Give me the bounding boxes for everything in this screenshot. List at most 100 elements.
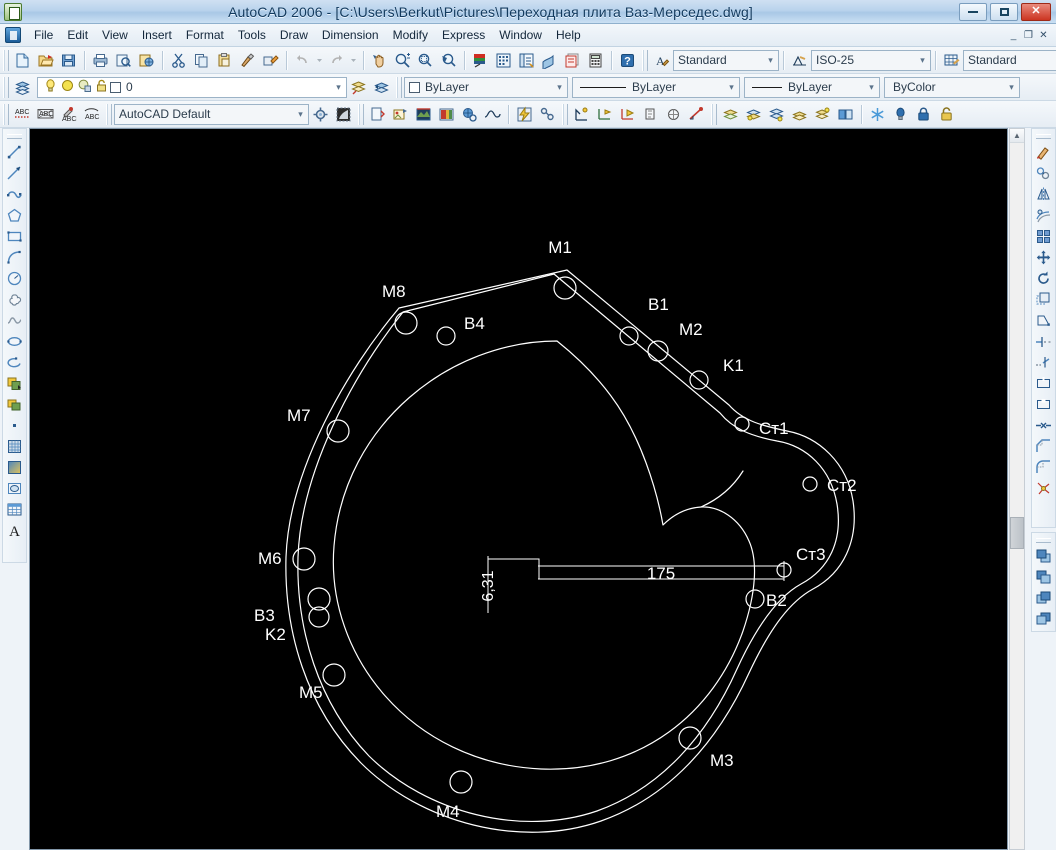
help-icon[interactable]: ? (616, 49, 639, 72)
flash-icon[interactable] (513, 103, 536, 126)
ellipse-icon[interactable] (4, 331, 25, 352)
stretch-icon[interactable] (1033, 310, 1054, 331)
toolbar-grip[interactable] (1036, 538, 1051, 543)
erase-icon[interactable] (1033, 142, 1054, 163)
publish-icon[interactable] (135, 49, 158, 72)
menu-edit[interactable]: Edit (60, 25, 95, 45)
toolbar-grip[interactable] (396, 76, 402, 98)
hatch-icon[interactable] (4, 436, 25, 457)
table-icon[interactable] (4, 499, 25, 520)
quick-select-icon[interactable]: ABCD (57, 103, 80, 126)
explode-icon[interactable] (1033, 478, 1054, 499)
light-render-icon[interactable] (458, 103, 481, 126)
rotate-icon[interactable] (1033, 268, 1054, 289)
layer-iso-icon[interactable] (788, 103, 811, 126)
make-object-layer-current-icon[interactable] (347, 76, 370, 99)
paste-icon[interactable] (213, 49, 236, 72)
chevron-down-icon[interactable]: ▾ (763, 51, 778, 70)
trim-icon[interactable] (1033, 331, 1054, 352)
layer-freeze-viewport-icon[interactable] (77, 78, 92, 96)
break-icon[interactable] (1033, 394, 1054, 415)
point-icon[interactable] (4, 415, 25, 436)
toolbar-grip[interactable] (642, 49, 648, 71)
menu-format[interactable]: Format (179, 25, 231, 45)
toolbar-grip[interactable] (711, 103, 717, 125)
layer-previous-icon[interactable] (370, 76, 393, 99)
zoom-realtime-icon[interactable] (391, 49, 414, 72)
undo-icon[interactable] (291, 49, 314, 72)
layer-freeze-icon[interactable] (866, 103, 889, 126)
layer-new-icon[interactable] (719, 103, 742, 126)
undo-dropdown-icon[interactable] (314, 49, 325, 72)
ucs-world-icon[interactable] (570, 103, 593, 126)
menu-express[interactable]: Express (435, 25, 492, 45)
toolbar-grip[interactable] (562, 103, 568, 125)
doc-minimize-button[interactable]: _ (1007, 29, 1020, 42)
ucs-previous-icon[interactable] (593, 103, 616, 126)
menu-draw[interactable]: Draw (273, 25, 315, 45)
redo-dropdown-icon[interactable] (348, 49, 359, 72)
doc-close-button[interactable]: ✕ (1037, 29, 1050, 42)
minimize-button[interactable] (959, 2, 987, 21)
properties-icon[interactable] (259, 49, 282, 72)
layer-merge-icon[interactable] (765, 103, 788, 126)
plotstyle-control-combo[interactable]: ByColor ▾ (884, 76, 1020, 98)
toolbar-grip[interactable] (358, 103, 364, 125)
send-under-object-icon[interactable] (1033, 609, 1054, 630)
send-to-back-icon[interactable] (1033, 567, 1054, 588)
redo-icon[interactable] (325, 49, 348, 72)
color-control-combo[interactable]: ByLayer ▾ (404, 76, 568, 98)
ellipse-arc-icon[interactable] (4, 352, 25, 373)
linetype-control-combo[interactable]: ByLayer ▾ (572, 76, 740, 98)
tool-palettes-icon[interactable] (515, 49, 538, 72)
chevron-down-icon[interactable]: ▾ (293, 105, 308, 124)
arc-icon[interactable] (4, 247, 25, 268)
toolbar-grip[interactable] (106, 103, 112, 125)
construction-line-icon[interactable] (4, 163, 25, 184)
copy-icon[interactable] (190, 49, 213, 72)
table-style-combo[interactable]: Standard ▾ (963, 49, 1056, 71)
render-icon[interactable] (332, 103, 355, 126)
menu-view[interactable]: View (95, 25, 135, 45)
zoom-window-icon[interactable] (414, 49, 437, 72)
region-icon[interactable] (4, 478, 25, 499)
rectangle-icon[interactable] (4, 226, 25, 247)
chevron-down-icon[interactable]: ▾ (552, 78, 567, 97)
circle-icon[interactable] (4, 268, 25, 289)
bring-above-object-icon[interactable] (1033, 588, 1054, 609)
polyline-icon[interactable] (4, 184, 25, 205)
scroll-up-arrow[interactable]: ▲ (1010, 129, 1024, 143)
table-style-icon[interactable] (940, 49, 963, 72)
cut-icon[interactable] (167, 49, 190, 72)
toolbar-grip[interactable] (3, 76, 9, 98)
link-icon[interactable] (536, 103, 559, 126)
ucs-origin-icon[interactable] (685, 103, 708, 126)
menu-window[interactable]: Window (492, 25, 549, 45)
bring-to-front-icon[interactable] (1033, 546, 1054, 567)
xref-attach-icon[interactable] (366, 103, 389, 126)
zoom-previous-icon[interactable] (437, 49, 460, 72)
chamfer-icon[interactable] (1033, 436, 1054, 457)
menu-insert[interactable]: Insert (135, 25, 179, 45)
layer-freeze-sun-icon[interactable] (60, 78, 75, 96)
chevron-down-icon[interactable]: ▾ (864, 78, 879, 97)
open-icon[interactable] (34, 49, 57, 72)
extend-icon[interactable] (1033, 352, 1054, 373)
line-icon[interactable] (4, 142, 25, 163)
toolbar-grip[interactable] (1036, 134, 1051, 139)
plot-settings-icon[interactable] (309, 103, 332, 126)
toolbar-grip[interactable] (7, 134, 22, 139)
polygon-icon[interactable] (4, 205, 25, 226)
layer-off-icon[interactable] (889, 103, 912, 126)
menu-tools[interactable]: Tools (231, 25, 273, 45)
chevron-down-icon[interactable]: ▾ (331, 78, 346, 97)
join-icon[interactable] (1033, 415, 1054, 436)
plotstyle-table-combo[interactable]: AutoCAD Default ▾ (114, 103, 309, 125)
gradient-icon[interactable] (4, 457, 25, 478)
dim-style-combo[interactable]: ISO-25 ▾ (811, 49, 931, 71)
lineweight-control-combo[interactable]: ByLayer ▾ (744, 76, 880, 98)
layer-walk-icon[interactable] (811, 103, 834, 126)
layer-match-icon[interactable] (834, 103, 857, 126)
ucs-object-icon[interactable] (639, 103, 662, 126)
fillet-icon[interactable] (1033, 457, 1054, 478)
